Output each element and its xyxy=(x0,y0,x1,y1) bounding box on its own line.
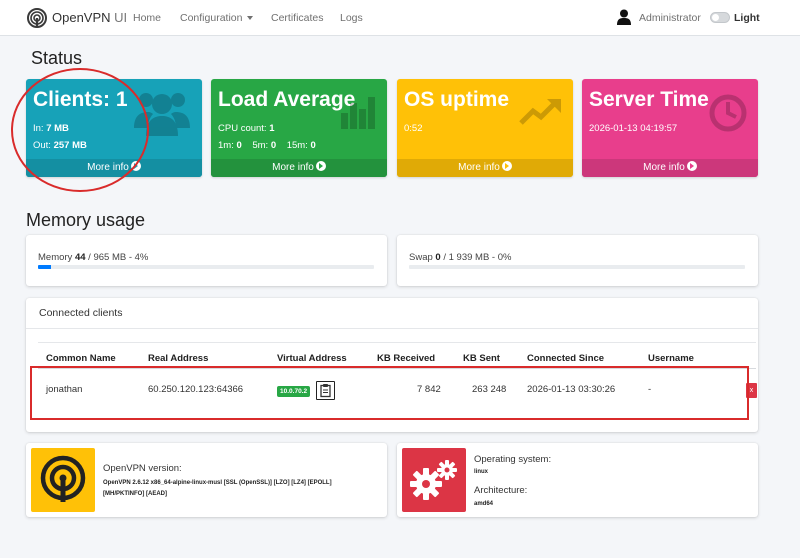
uptime-value: 0:52 xyxy=(404,123,423,134)
status-heading: Status xyxy=(31,48,83,68)
version-card: OpenVPN version: OpenVPN 2.6.12 x86_64-a… xyxy=(26,443,387,517)
version-label: OpenVPN version: xyxy=(103,463,182,474)
swap-label: Swap 0 / 1 939 MB - 0% xyxy=(409,252,512,263)
header-divider xyxy=(38,368,756,369)
openvpn-icon xyxy=(31,448,95,512)
disconnect-button[interactable]: x xyxy=(746,383,757,398)
clients-more-info[interactable]: More info xyxy=(26,159,202,177)
cpu-count: CPU count: 1 xyxy=(218,123,275,134)
memory-label: Memory 44 / 965 MB - 4% xyxy=(38,252,149,263)
load-average-box: Load Average CPU count: 1 1m: 0 5m: 0 15… xyxy=(211,79,387,177)
cell-kb-received: 7 842 xyxy=(417,384,441,395)
clients-title: Clients: 1 xyxy=(33,88,128,111)
col-connected-since[interactable]: Connected Since xyxy=(527,353,604,364)
memory-progress-fill xyxy=(38,265,52,269)
server-time-more-info[interactable]: More info xyxy=(582,159,758,177)
theme-toggle[interactable] xyxy=(710,12,730,23)
server-time-box: Server Time 2026-01-13 04:19:57 More inf… xyxy=(582,79,758,177)
cell-common-name: jonathan xyxy=(46,384,83,395)
col-kb-sent[interactable]: KB Sent xyxy=(463,353,500,364)
card-divider xyxy=(26,328,758,329)
connected-clients-card: Connected clients Common Name Real Addre… xyxy=(26,298,758,432)
col-real-address[interactable]: Real Address xyxy=(148,353,208,364)
clients-box: Clients: 1 In: 7 MB Out: 257 MB More inf… xyxy=(26,79,202,177)
os-value: linux xyxy=(474,469,489,475)
uptime-more-info[interactable]: More info xyxy=(397,159,573,177)
clients-in: In: 7 MB xyxy=(33,123,69,134)
arrow-circle-right-icon xyxy=(686,161,697,172)
nav-configuration[interactable]: Configuration xyxy=(180,12,254,24)
clients-out: Out: 257 MB xyxy=(33,140,87,151)
arrow-circle-right-icon xyxy=(501,161,512,172)
navbar: OpenVPN UI Home Configuration Certificat… xyxy=(0,0,800,36)
architecture-label: Architecture: xyxy=(474,485,528,496)
load-average-title: Load Average xyxy=(218,88,356,111)
brand-name[interactable]: OpenVPN UI xyxy=(52,10,127,25)
user-icon xyxy=(617,9,631,25)
card-divider xyxy=(38,342,756,343)
os-label: Operating system: xyxy=(474,454,552,465)
arrow-circle-right-icon xyxy=(315,161,326,172)
bar-chart-icon xyxy=(341,97,375,129)
swap-card: Swap 0 / 1 939 MB - 0% xyxy=(397,235,758,286)
user-name[interactable]: Administrator xyxy=(639,12,701,24)
memory-card: Memory 44 / 965 MB - 4% xyxy=(26,235,387,286)
trend-up-icon xyxy=(519,99,561,125)
load-values: 1m: 0 5m: 0 15m: 0 xyxy=(218,140,316,151)
virtual-address-badge: 10.0.70.2 xyxy=(277,386,311,397)
col-virtual-address[interactable]: Virtual Address xyxy=(277,353,347,364)
uptime-box: OS uptime 0:52 More info xyxy=(397,79,573,177)
load-more-info[interactable]: More info xyxy=(211,159,387,177)
nav-certificates[interactable]: Certificates xyxy=(271,12,324,24)
col-username[interactable]: Username xyxy=(648,353,694,364)
os-card: Operating system: linux Architecture: am… xyxy=(397,443,758,517)
nav-home[interactable]: Home xyxy=(133,12,161,24)
theme-label: Light xyxy=(734,12,760,24)
clipboard-icon xyxy=(320,384,331,398)
cell-username: - xyxy=(648,384,652,395)
memory-progress xyxy=(38,265,374,269)
caret-down-icon xyxy=(247,16,254,21)
cell-connected-since: 2026-01-13 03:30:26 xyxy=(527,384,616,395)
users-icon xyxy=(134,93,190,136)
openvpn-logo-icon[interactable] xyxy=(27,8,47,28)
server-time-value: 2026-01-13 04:19:57 xyxy=(589,123,678,134)
server-time-title: Server Time xyxy=(589,88,709,111)
clock-icon xyxy=(709,94,747,132)
swap-progress xyxy=(409,265,745,269)
version-value: OpenVPN 2.6.12 x86_64-alpine-linux-musl … xyxy=(103,480,332,497)
arrow-circle-right-icon xyxy=(130,161,141,172)
uptime-title: OS uptime xyxy=(404,88,510,111)
col-kb-received[interactable]: KB Received xyxy=(377,353,435,364)
cell-kb-sent: 263 248 xyxy=(472,384,507,395)
cell-real-address: 60.250.120.123:64366 xyxy=(148,384,244,395)
gears-icon xyxy=(402,448,466,512)
connected-clients-title: Connected clients xyxy=(39,307,123,319)
architecture-value: amd64 xyxy=(474,501,494,507)
memory-heading: Memory usage xyxy=(26,210,146,230)
nav-logs[interactable]: Logs xyxy=(340,12,363,24)
copy-button[interactable] xyxy=(316,381,335,400)
col-common-name[interactable]: Common Name xyxy=(46,353,116,364)
